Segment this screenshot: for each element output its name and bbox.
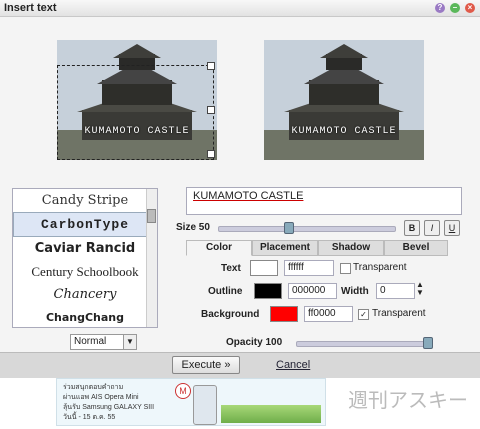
text-transparent-label: Transparent: [353, 262, 407, 273]
opacity-slider[interactable]: [296, 341, 432, 347]
result-caption: KUMAMOTO CASTLE: [291, 126, 397, 137]
underline-button[interactable]: U: [444, 220, 460, 236]
outline-color-swatch[interactable]: [254, 283, 282, 299]
insert-text-dialog: Insert text ? – × KUMAMOTO CASTLE KUMAMO…: [0, 0, 480, 429]
font-item[interactable]: ChangChang: [13, 306, 157, 327]
cancel-link[interactable]: Cancel: [276, 359, 310, 371]
scrollbar-thumb[interactable]: [147, 209, 156, 223]
dialog-title: Insert text: [4, 2, 57, 14]
result-preview: KUMAMOTO CASTLE: [264, 40, 424, 160]
text-color-label: Text: [221, 263, 241, 274]
opacity-label: Opacity 100: [226, 337, 283, 348]
close-icon[interactable]: ×: [465, 3, 475, 13]
font-item[interactable]: Century Schoolbook: [13, 260, 157, 283]
selection-box[interactable]: [57, 65, 214, 160]
city-graphic: [221, 405, 321, 423]
font-list-scrollbar[interactable]: [146, 189, 157, 327]
background-transparent-label: Transparent: [372, 308, 426, 319]
background-color-hex[interactable]: ff0000: [304, 306, 353, 322]
resize-handle[interactable]: [207, 106, 215, 114]
title-bar: Insert text ? – ×: [0, 0, 480, 17]
size-slider[interactable]: [218, 226, 396, 232]
outline-width-input[interactable]: 0: [376, 283, 415, 299]
bold-button[interactable]: B: [404, 220, 420, 236]
ad-text: วันนี้ - 15 ต.ค. 55: [63, 414, 116, 421]
background-color-swatch[interactable]: [270, 306, 298, 322]
text-transparent-checkbox[interactable]: [340, 263, 351, 274]
minimize-icon[interactable]: –: [450, 3, 460, 13]
settings-tabs: Color Placement Shadow Bevel: [186, 240, 448, 256]
font-item[interactable]: Chancery: [13, 283, 157, 306]
width-stepper[interactable]: ▲ ▼: [416, 281, 424, 297]
background-label: Background: [201, 309, 260, 320]
text-color-hex[interactable]: ffffff: [284, 260, 334, 276]
text-color-swatch[interactable]: [250, 260, 278, 276]
font-list[interactable]: Candy Stripe CarbonType Caviar Rancid Ce…: [12, 188, 158, 328]
original-preview[interactable]: KUMAMOTO CASTLE: [57, 40, 217, 160]
tab-color[interactable]: Color: [186, 240, 252, 256]
background-transparent-checkbox[interactable]: ✓: [358, 309, 369, 320]
font-item-selected[interactable]: CarbonType: [13, 212, 157, 237]
tab-bevel[interactable]: Bevel: [384, 240, 448, 256]
gmail-icon: M: [175, 383, 191, 399]
font-item[interactable]: Caviar Rancid: [13, 237, 157, 260]
resize-handle[interactable]: [207, 150, 215, 158]
help-icon[interactable]: ?: [435, 3, 445, 13]
resize-handle[interactable]: [207, 62, 215, 70]
footer-bar: [0, 352, 480, 379]
text-input[interactable]: KUMAMOTO CASTLE: [186, 187, 462, 215]
width-label: Width: [341, 286, 369, 297]
watermark: 週刊アスキー: [348, 388, 468, 412]
chevron-down-icon: ▼: [123, 335, 136, 349]
italic-button[interactable]: I: [424, 220, 440, 236]
tab-placement[interactable]: Placement: [252, 240, 318, 256]
font-item[interactable]: Candy Stripe: [13, 189, 157, 212]
phone-image: [193, 385, 217, 425]
ad-banner[interactable]: ร่วมสนุกตอบคำถาม ผ่านแอพ AIS Opera Mini …: [56, 378, 326, 426]
opacity-slider-handle[interactable]: [423, 337, 433, 349]
castle-image: [264, 40, 424, 160]
blend-mode-select[interactable]: Normal ▼: [70, 334, 137, 350]
outline-color-hex[interactable]: 000000: [288, 283, 337, 299]
size-slider-handle[interactable]: [284, 222, 294, 234]
tab-shadow[interactable]: Shadow: [318, 240, 384, 256]
execute-button[interactable]: Execute »: [172, 356, 240, 374]
outline-label: Outline: [208, 286, 243, 297]
size-label: Size 50: [176, 222, 210, 233]
